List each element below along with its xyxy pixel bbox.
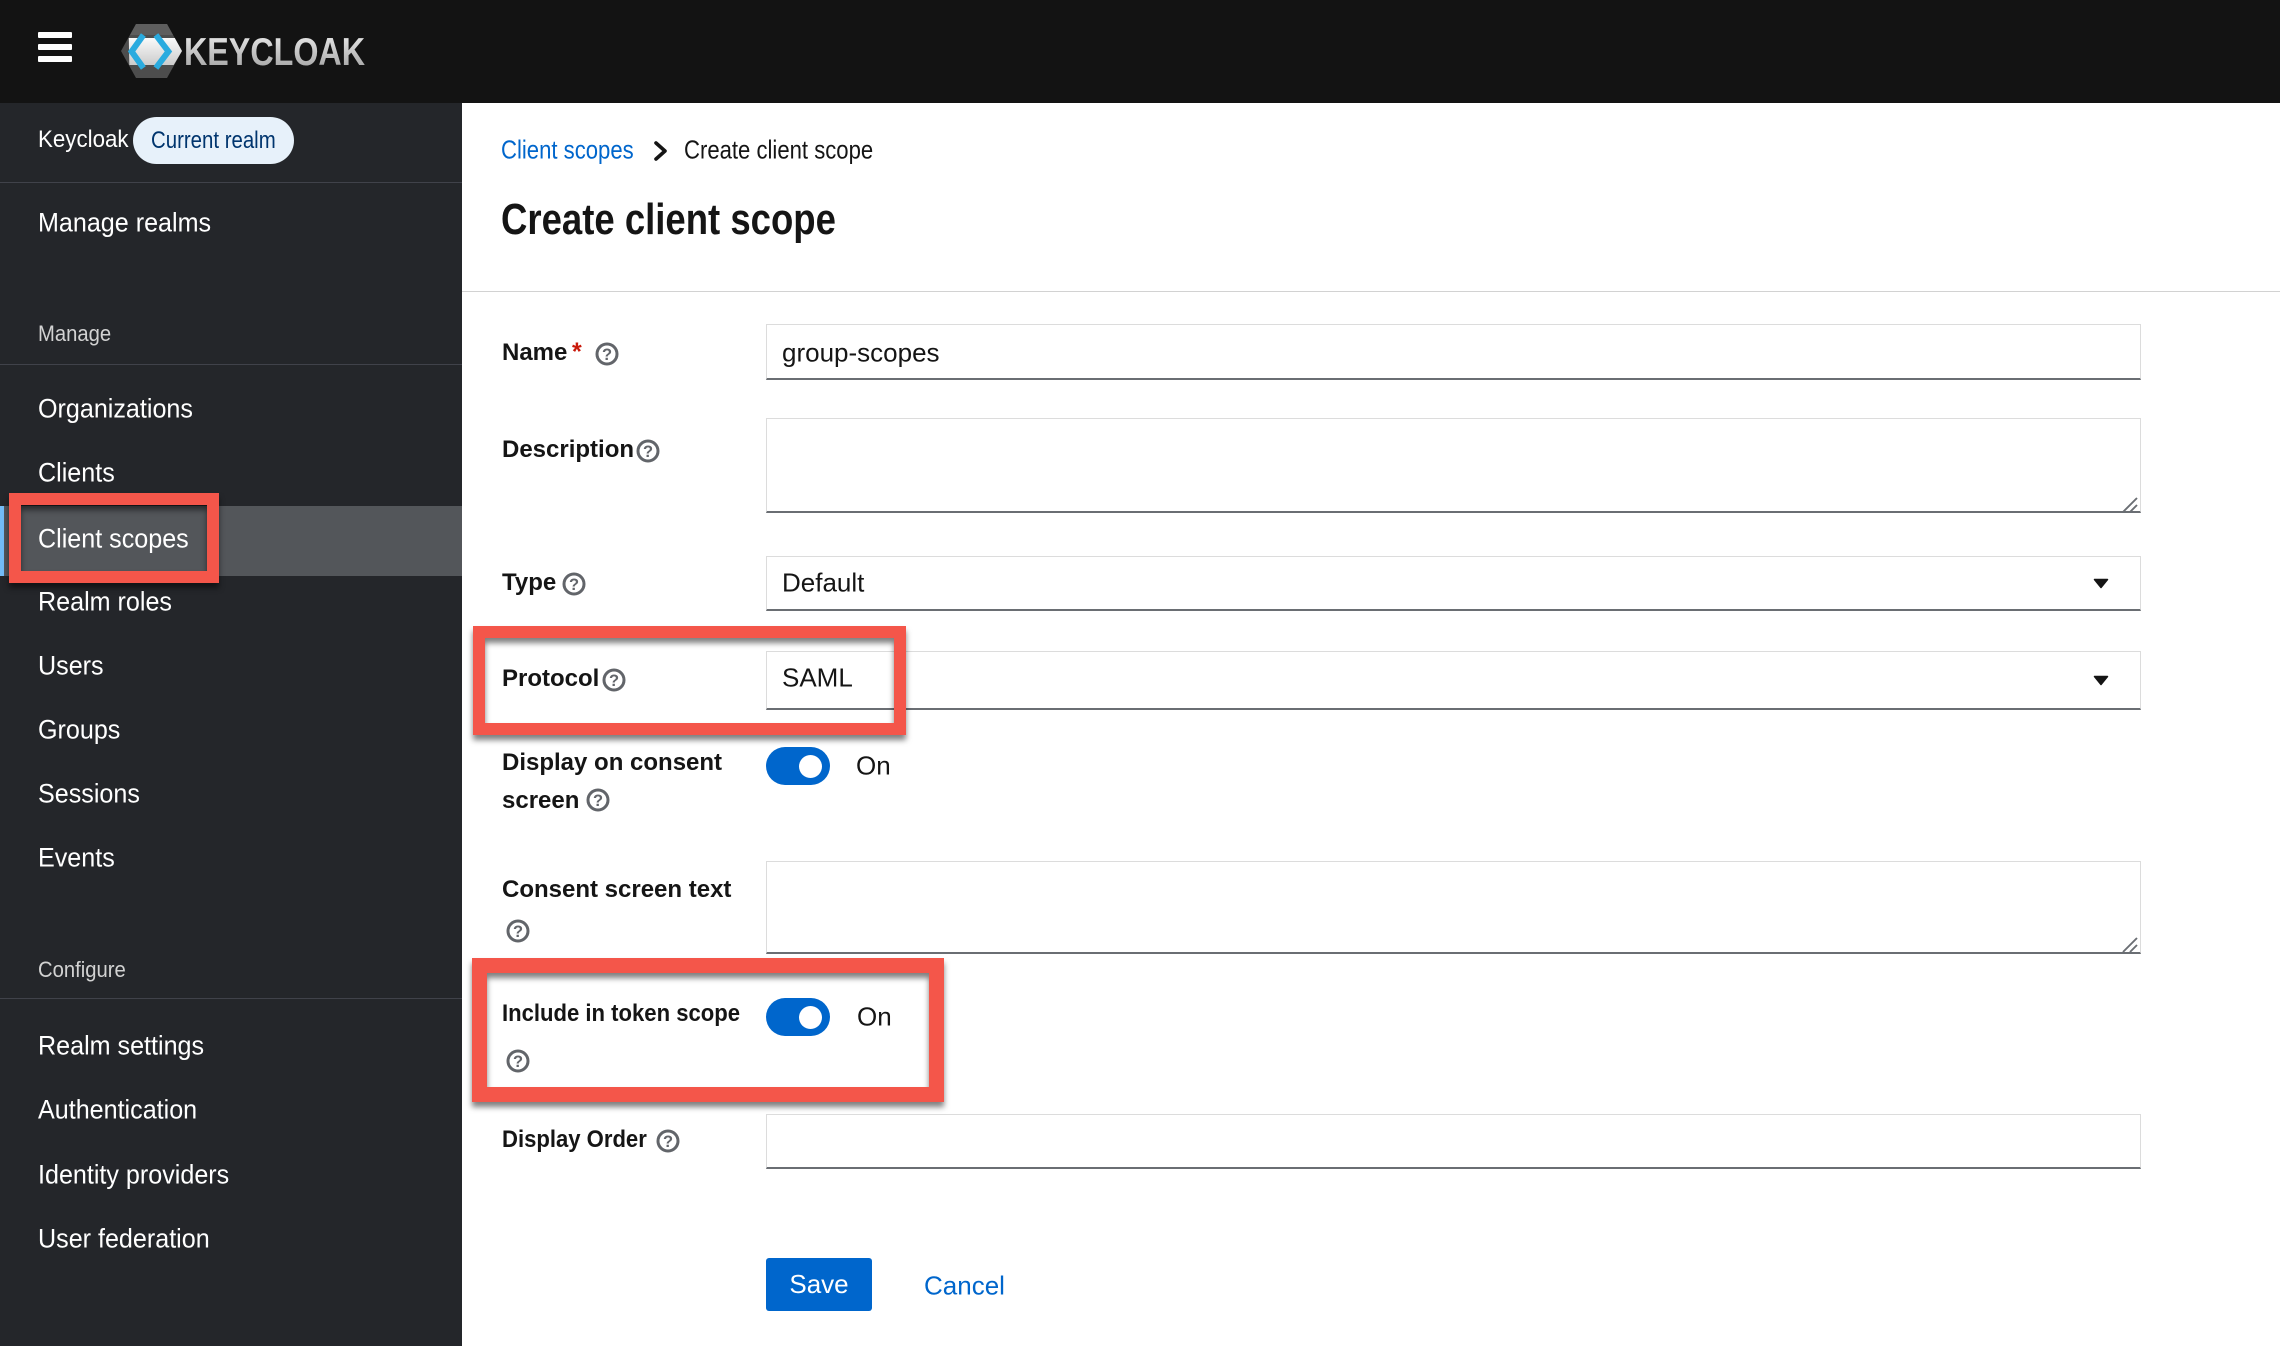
svg-text:?: ?: [663, 1133, 673, 1151]
svg-text:?: ?: [513, 923, 523, 941]
svg-text:?: ?: [643, 443, 653, 461]
svg-text:?: ?: [602, 346, 612, 364]
svg-text:?: ?: [593, 792, 603, 810]
svg-text:?: ?: [569, 576, 579, 594]
svg-text:KEYCLOAK: KEYCLOAK: [184, 31, 365, 74]
